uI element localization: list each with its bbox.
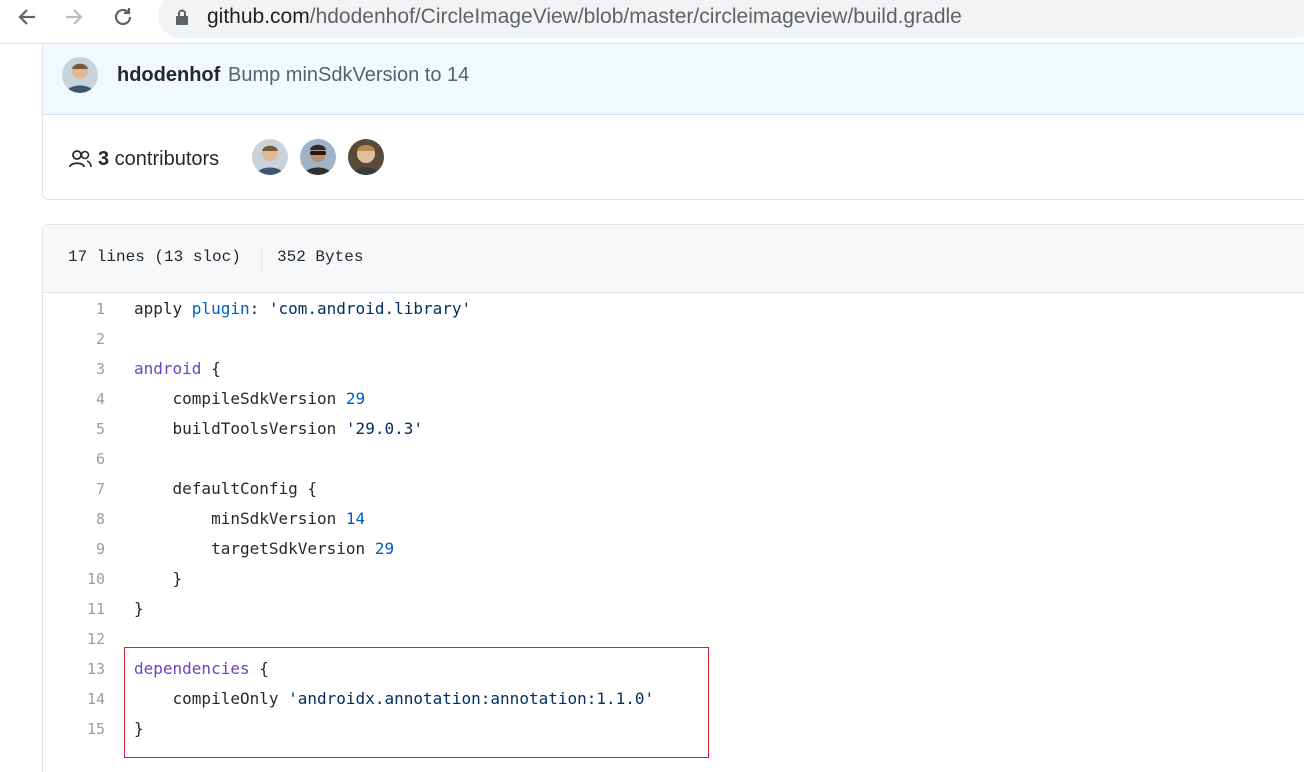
code-line: 8 minSdkVersion 14 (43, 504, 1304, 534)
code-text: dependencies { (134, 654, 269, 684)
commit-message[interactable]: Bump minSdkVersion to 14 (228, 64, 469, 87)
line-number[interactable]: 12 (43, 624, 105, 654)
code-token: compileOnly (134, 689, 289, 708)
line-number[interactable]: 3 (43, 354, 105, 384)
browser-toolbar: github.com/hdodenhof/CircleImageView/blo… (0, 0, 1304, 44)
code-text: android { (134, 354, 221, 384)
line-number[interactable]: 1 (43, 294, 105, 324)
latest-commit-box: hdodenhof Bump minSdkVersion to 14 3 con… (42, 44, 1304, 200)
code-text: } (134, 714, 144, 744)
code-text: compileSdkVersion 29 (134, 384, 366, 414)
code-line: 15} (43, 714, 1304, 744)
code-token: { (201, 359, 221, 378)
file-lines-info: 17 lines (13 sloc) (68, 248, 241, 266)
code-token: targetSdkVersion (134, 539, 375, 558)
line-number[interactable]: 14 (43, 684, 105, 714)
code-line: 7 defaultConfig { (43, 474, 1304, 504)
code-text: apply plugin: 'com.android.library' (134, 294, 471, 324)
forward-arrow-icon[interactable] (56, 0, 92, 34)
line-number[interactable]: 9 (43, 534, 105, 564)
commit-header: hdodenhof Bump minSdkVersion to 14 (43, 44, 1304, 115)
code-token: dependencies (134, 659, 250, 678)
code-line: 10 } (43, 564, 1304, 594)
code-text: defaultConfig { (134, 474, 318, 504)
code-token: } (134, 569, 183, 588)
code-text: targetSdkVersion 29 (134, 534, 394, 564)
line-number[interactable]: 15 (43, 714, 105, 744)
code-token: plugin (191, 299, 250, 318)
contributors-count[interactable]: 3 contributors (98, 148, 219, 171)
contributors-label: contributors (109, 148, 220, 170)
code-line: 6 (43, 444, 1304, 474)
commit-author[interactable]: hdodenhof (117, 64, 220, 87)
contributor-avatar[interactable] (348, 139, 384, 175)
code-token: compileSdkVersion (134, 389, 346, 408)
divider (261, 247, 262, 273)
line-number[interactable]: 7 (43, 474, 105, 504)
lock-icon (175, 9, 189, 30)
code-token: 14 (345, 509, 366, 528)
code-text: } (134, 594, 144, 624)
code-line: 14 compileOnly 'androidx.annotation:anno… (43, 684, 1304, 714)
contributors-number: 3 (98, 148, 110, 170)
reload-icon[interactable] (105, 0, 141, 34)
contributors-row[interactable]: 3 contributors (43, 116, 1304, 200)
code-token: 29 (345, 389, 366, 408)
code-text: buildToolsVersion '29.0.3' (134, 414, 423, 444)
code-token: 'com.android.library' (268, 299, 472, 318)
code-token: defaultConfig { (134, 479, 318, 498)
url-host: github.com (207, 5, 310, 28)
code-line: 3 android { (43, 354, 1304, 384)
code-line: 13 dependencies { (43, 654, 1304, 684)
code-token: apply (134, 299, 192, 318)
file-size: 352 Bytes (277, 248, 364, 266)
code-line: 4 compileSdkVersion 29 (43, 384, 1304, 414)
file-header: 17 lines (13 sloc) 352 Bytes (43, 225, 1304, 293)
code-text: compileOnly 'androidx.annotation:annotat… (134, 684, 655, 714)
code-token: : (249, 299, 269, 318)
code-line: 2 (43, 324, 1304, 354)
code-token: 'androidx.annotation:annotation:1.1.0' (288, 689, 655, 708)
code-text: } (134, 564, 183, 594)
author-avatar[interactable] (62, 57, 98, 93)
line-number[interactable]: 11 (43, 594, 105, 624)
code-token: minSdkVersion (134, 509, 346, 528)
people-icon (69, 150, 93, 173)
code-line: 12 (43, 624, 1304, 654)
code-line: 1 apply plugin: 'com.android.library' (43, 294, 1304, 324)
url-path: /hdodenhof/CircleImageView/blob/master/c… (309, 5, 962, 28)
code-token: } (134, 599, 144, 618)
line-number[interactable]: 5 (43, 414, 105, 444)
code-token: android (134, 359, 202, 378)
code-token: { (249, 659, 269, 678)
url-text[interactable]: github.com/hdodenhof/CircleImageView/blo… (207, 5, 962, 29)
line-number[interactable]: 4 (43, 384, 105, 414)
code-token: } (134, 719, 144, 738)
code-token: '29.0.3' (345, 419, 423, 438)
code-token: 29 (374, 539, 395, 558)
code-line: 9 targetSdkVersion 29 (43, 534, 1304, 564)
line-number[interactable]: 10 (43, 564, 105, 594)
code-token: buildToolsVersion (134, 419, 346, 438)
line-number[interactable]: 8 (43, 504, 105, 534)
line-number[interactable]: 13 (43, 654, 105, 684)
code-text: minSdkVersion 14 (134, 504, 365, 534)
file-viewer: 17 lines (13 sloc) 352 Bytes 1 apply plug… (42, 224, 1304, 772)
contributor-avatar[interactable] (300, 139, 336, 175)
contributor-avatar[interactable] (252, 139, 288, 175)
line-number[interactable]: 6 (43, 444, 105, 474)
line-number[interactable]: 2 (43, 324, 105, 354)
code-line: 5 buildToolsVersion '29.0.3' (43, 414, 1304, 444)
back-arrow-icon[interactable] (9, 0, 45, 34)
code-line: 11} (43, 594, 1304, 624)
